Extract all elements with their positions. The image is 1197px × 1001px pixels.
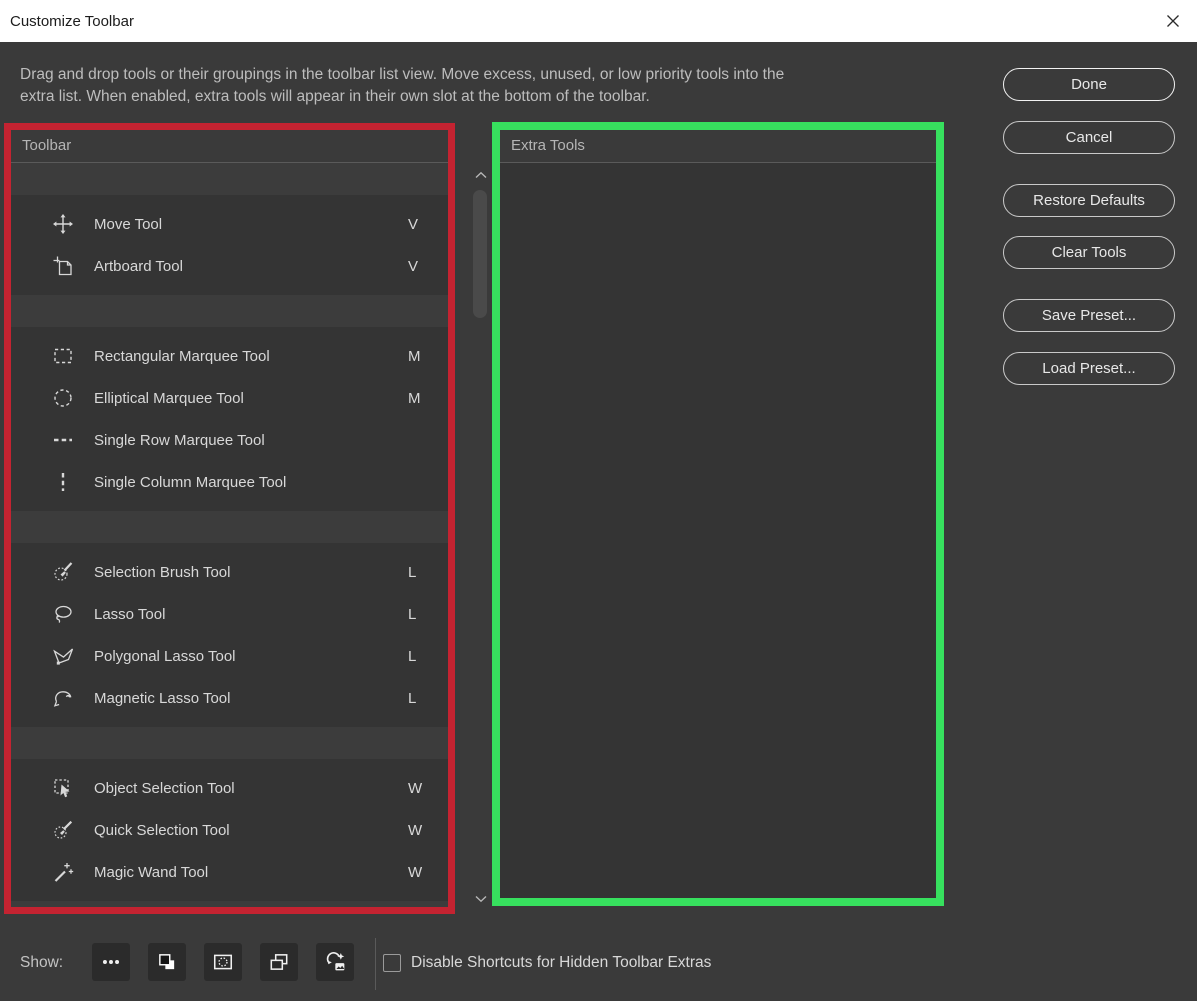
dialog-footer: Show: Disable Shortcuts for Hidden Toolb… [0, 930, 1197, 1001]
instructions-line-2: extra list. When enabled, extra tools wi… [20, 86, 784, 108]
ellipsis-icon [100, 951, 122, 973]
generative-image-button[interactable] [316, 943, 354, 981]
quick-mask-button[interactable] [204, 943, 242, 981]
screen-mode-button[interactable] [260, 943, 298, 981]
show-label: Show: [20, 954, 63, 972]
move-icon [52, 213, 74, 235]
tool-row-magic-wand-tool[interactable]: Magic Wand ToolW [11, 851, 448, 893]
tool-row-quick-selection-tool[interactable]: Quick Selection ToolW [11, 809, 448, 851]
tool-shortcut: L [408, 690, 434, 707]
tool-shortcut: W [408, 864, 434, 881]
show-icon-buttons [92, 943, 354, 981]
tool-row-polygonal-lasso-tool[interactable]: Polygonal Lasso ToolL [11, 635, 448, 677]
toolbar-tool-list: Move ToolVArtboard ToolVRectangular Marq… [11, 163, 448, 907]
tool-row-single-row-marquee-tool[interactable]: Single Row Marquee Tool [11, 419, 448, 461]
tool-shortcut: L [408, 606, 434, 623]
load-preset-button[interactable]: Load Preset... [1003, 352, 1175, 385]
cancel-button[interactable]: Cancel [1003, 121, 1175, 154]
lasso-icon [52, 603, 74, 625]
tool-label: Move Tool [94, 216, 408, 233]
tool-label: Elliptical Marquee Tool [94, 390, 408, 407]
elliptical-marquee-icon [52, 387, 74, 409]
tool-group: Move ToolVArtboard ToolV [11, 195, 448, 295]
tool-label: Object Selection Tool [94, 780, 408, 797]
tool-row-magnetic-lasso-tool[interactable]: Magnetic Lasso ToolL [11, 677, 448, 719]
tool-row-move-tool[interactable]: Move ToolV [11, 203, 448, 245]
window-titlebar: Customize Toolbar [0, 0, 1197, 42]
tool-shortcut: V [408, 216, 434, 233]
tool-shortcut: V [408, 258, 434, 275]
tool-row-selection-brush-tool[interactable]: Selection Brush ToolL [11, 551, 448, 593]
save-preset-button[interactable]: Save Preset... [1003, 299, 1175, 332]
single-column-marquee-icon [52, 471, 74, 493]
tool-label: Rectangular Marquee Tool [94, 348, 408, 365]
tool-label: Single Row Marquee Tool [94, 432, 408, 449]
tool-shortcut: L [408, 564, 434, 581]
ellipsis-button[interactable] [92, 943, 130, 981]
magic-wand-icon [52, 861, 74, 883]
customize-toolbar-dialog: Drag and drop tools or their groupings i… [0, 42, 1197, 1001]
chevron-down-icon [474, 895, 488, 903]
selection-brush-icon [52, 561, 74, 583]
tool-group: Rectangular Marquee ToolMElliptical Marq… [11, 327, 448, 511]
object-selection-icon [52, 777, 74, 799]
scrollbar-thumb[interactable] [473, 190, 487, 318]
tool-label: Magnetic Lasso Tool [94, 690, 408, 707]
screen-mode-icon [268, 951, 290, 973]
tool-group: Object Selection ToolWQuick Selection To… [11, 759, 448, 901]
tool-shortcut: W [408, 780, 434, 797]
fg-bg-colors-button[interactable] [148, 943, 186, 981]
tool-row-elliptical-marquee-tool[interactable]: Elliptical Marquee ToolM [11, 377, 448, 419]
scrollbar-down-arrow[interactable] [470, 892, 492, 906]
tool-shortcut: M [408, 348, 434, 365]
tool-label: Quick Selection Tool [94, 822, 408, 839]
extra-tools-panel-title: Extra Tools [500, 130, 936, 154]
generative-image-icon [324, 951, 346, 973]
toolbar-scrollbar[interactable] [470, 168, 492, 906]
tool-row-artboard-tool[interactable]: Artboard ToolV [11, 245, 448, 287]
scrollbar-up-arrow[interactable] [470, 168, 492, 182]
fg-bg-colors-icon [156, 951, 178, 973]
done-button[interactable]: Done [1003, 68, 1175, 101]
window-title: Customize Toolbar [0, 13, 134, 30]
instructions-line-1: Drag and drop tools or their groupings i… [20, 64, 784, 86]
quick-mask-icon [212, 951, 234, 973]
tool-group: Selection Brush ToolLLasso ToolLPolygona… [11, 543, 448, 727]
tool-shortcut: L [408, 648, 434, 665]
close-icon [1165, 13, 1181, 29]
toolbar-panel-title: Toolbar [11, 130, 448, 154]
magnetic-lasso-icon [52, 687, 74, 709]
tool-row-lasso-tool[interactable]: Lasso ToolL [11, 593, 448, 635]
extra-tools-list[interactable] [500, 163, 936, 898]
tool-row-object-selection-tool[interactable]: Object Selection ToolW [11, 767, 448, 809]
tool-shortcut: M [408, 390, 434, 407]
disable-shortcuts-label: Disable Shortcuts for Hidden Toolbar Ext… [411, 954, 711, 972]
tool-label: Polygonal Lasso Tool [94, 648, 408, 665]
tool-shortcut: W [408, 822, 434, 839]
disable-shortcuts-checkbox[interactable] [383, 954, 401, 972]
quick-selection-icon [52, 819, 74, 841]
toolbar-panel: Toolbar Move ToolVArtboard ToolVRectangu… [11, 130, 448, 907]
dialog-instructions: Drag and drop tools or their groupings i… [20, 64, 784, 108]
tool-label: Lasso Tool [94, 606, 408, 623]
single-row-marquee-icon [52, 429, 74, 451]
close-button[interactable] [1157, 5, 1189, 37]
tool-label: Magic Wand Tool [94, 864, 408, 881]
tool-label: Selection Brush Tool [94, 564, 408, 581]
artboard-icon [52, 255, 74, 277]
chevron-up-icon [474, 171, 488, 179]
footer-divider [375, 938, 376, 990]
restore-defaults-button[interactable]: Restore Defaults [1003, 184, 1175, 217]
extra-tools-panel: Extra Tools [500, 130, 936, 898]
tool-row-rectangular-marquee-tool[interactable]: Rectangular Marquee ToolM [11, 335, 448, 377]
clear-tools-button[interactable]: Clear Tools [1003, 236, 1175, 269]
rectangular-marquee-icon [52, 345, 74, 367]
tool-row-single-column-marquee-tool[interactable]: Single Column Marquee Tool [11, 461, 448, 503]
tool-label: Artboard Tool [94, 258, 408, 275]
tool-label: Single Column Marquee Tool [94, 474, 408, 491]
polygonal-lasso-icon [52, 645, 74, 667]
